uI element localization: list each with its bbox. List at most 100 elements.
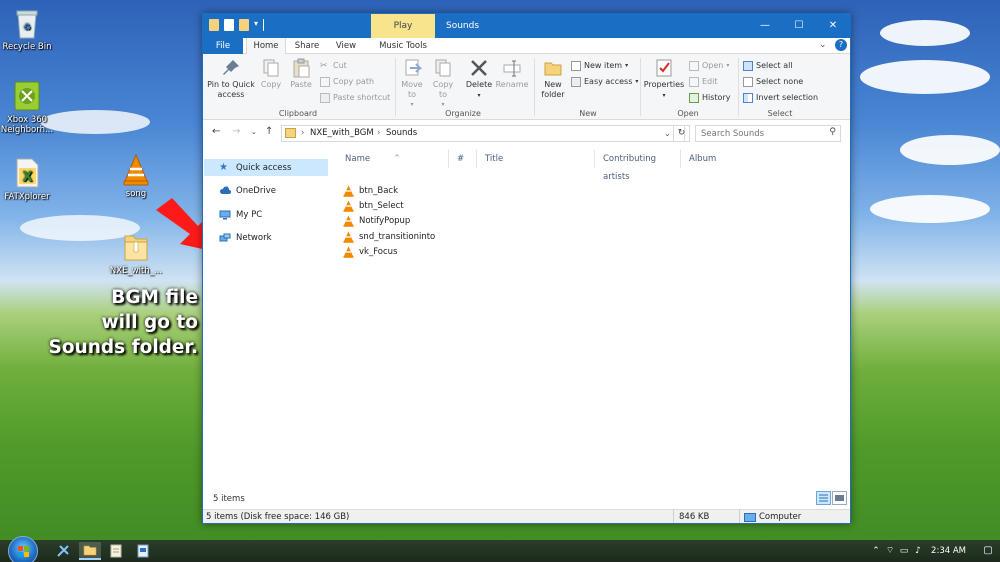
nav-item-quick-access[interactable]: ★ Quick access [204,159,328,176]
column-header-name[interactable]: ^ Name [337,150,449,168]
tab-file[interactable]: File [203,38,243,54]
copy-to-button[interactable]: Copy to ▾ [430,58,456,110]
taskbar-app-notepad[interactable] [105,542,127,560]
history-icon [689,92,699,103]
details-view-button[interactable] [816,491,831,505]
select-none-button[interactable]: Select none [743,76,803,87]
desktop-icon-xbox-neighborhood[interactable]: Xbox 360 Neighborh... [0,79,57,135]
back-arrow-icon[interactable]: ← [212,126,220,137]
button-label: Cut [333,61,347,70]
large-icons-view-button[interactable] [832,491,847,505]
properties-check-icon[interactable] [224,19,234,31]
desktop-icon-song[interactable]: song [106,153,166,199]
select-all-button[interactable]: Select all [743,60,793,71]
column-header-number[interactable]: # [449,150,477,168]
delete-button[interactable]: Delete ▾ [465,58,493,100]
location-label: Computer [759,512,802,522]
properties-button[interactable]: Properties ▾ [643,58,685,100]
tab-view[interactable]: View [329,38,363,54]
select-all-icon [743,60,753,71]
new-item-button[interactable]: New item ▾ [571,60,628,71]
breadcrumb-separator-icon: › [377,128,381,138]
column-header-album[interactable]: Album [681,150,741,168]
list-item[interactable]: vk_Focus [343,244,397,259]
maximize-button[interactable]: ☐ [782,14,816,38]
status-bar: 5 items [203,489,850,509]
button-label: Easy access [584,77,633,86]
list-item[interactable]: btn_Select [343,198,404,213]
nav-item-onedrive[interactable]: OneDrive [204,182,328,199]
move-to-button[interactable]: Move to ▾ [399,58,425,110]
breadcrumb-sounds[interactable]: Sounds [386,126,417,141]
cut-button[interactable]: ✂ Cut [320,60,347,71]
contextual-tab-play[interactable]: Play [371,14,435,38]
qat-dropdown-icon[interactable]: ▾ [254,19,258,31]
list-item[interactable]: snd_transitioninto [343,229,435,244]
group-separator [395,58,396,116]
navigation-pane: ★ Quick access OneDrive My PC Network [203,146,333,489]
up-arrow-icon[interactable]: ↑ [265,126,273,137]
column-header-contributing-artists[interactable]: Contributing artists [595,150,681,182]
file-name: btn_Back [359,185,399,196]
easy-access-button[interactable]: Easy access ▾ [571,76,638,87]
minimize-button[interactable]: — [748,14,782,38]
search-input[interactable] [696,126,820,141]
refresh-icon[interactable]: ↻ [673,125,690,142]
button-label: New item [584,61,623,70]
new-folder-icon[interactable] [239,19,249,31]
help-icon[interactable]: ? [835,39,847,51]
edit-button[interactable]: Edit [689,76,718,87]
taskbar-app-xbox-neighborhood[interactable] [52,542,74,560]
paste-button[interactable]: Paste [287,58,315,90]
address-bar[interactable]: › NXE_with_BGM › Sounds ⌄ [281,125,685,142]
address-dropdown-icon[interactable]: ⌄ [664,126,671,141]
invert-selection-button[interactable]: Invert selection [743,92,818,103]
recent-locations-icon[interactable]: ⌄ [251,128,257,136]
taskbar: ⌃ ⌔ ▭ ♪ 2:34 AM ▢ [0,536,1000,562]
column-header-label: Contributing artists [603,154,656,182]
clock[interactable]: 2:34 AM [931,546,966,556]
vlc-icon [343,231,354,243]
column-header-label: # [457,154,465,164]
search-icon[interactable]: ⚲ [829,127,836,137]
close-button[interactable]: ✕ [816,14,850,38]
volume-icon[interactable]: ♪ [911,540,925,562]
nav-item-network[interactable]: Network [204,229,328,246]
invert-selection-icon [743,92,753,103]
button-label: Paste shortcut [333,93,391,102]
battery-icon[interactable]: ▭ [897,540,911,562]
breadcrumb-nxe-with-bgm[interactable]: NXE_with_BGM [310,126,374,141]
list-item[interactable]: NotifyPopup [343,213,410,228]
start-button[interactable] [8,536,38,562]
paste-shortcut-button[interactable]: Paste shortcut [320,92,390,103]
copy-button[interactable]: Copy [259,58,283,90]
nav-item-label: Quick access [236,162,292,173]
desktop-icon-fatxplorer[interactable]: X FATXplorer [0,156,57,202]
list-item[interactable]: btn_Back [343,183,398,198]
breadcrumb-separator-icon: › [301,128,305,138]
expand-ribbon-icon[interactable]: ⌄ [819,40,827,50]
desktop-icon-recycle-bin[interactable]: ♻ Recycle Bin [0,6,57,52]
folder-icon[interactable] [209,19,219,31]
open-button[interactable]: Open ▾ [689,60,729,71]
nav-item-my-pc[interactable]: My PC [204,206,328,223]
title-bar[interactable]: ▾ Play Sounds — ☐ ✕ [203,14,850,38]
notification-icon[interactable]: ▢ [976,540,1000,562]
network-wifi-icon[interactable]: ⌔ [883,540,897,562]
taskbar-app-document[interactable] [132,542,154,560]
group-separator [738,58,739,116]
pin-to-quick-access-button[interactable]: Pin to Quick access [207,58,255,99]
history-button[interactable]: History [689,92,730,103]
file-name: snd_transitioninto [359,231,436,242]
tab-share[interactable]: Share [289,38,325,54]
chevron-up-icon[interactable]: ⌃ [869,540,883,562]
forward-arrow-icon[interactable]: → [232,126,240,137]
tab-music-tools[interactable]: Music Tools [371,38,435,54]
copy-path-button[interactable]: Copy path [320,76,374,87]
star-icon: ★ [219,161,228,173]
tab-home[interactable]: Home [246,38,286,55]
taskbar-app-file-explorer[interactable] [79,542,101,560]
new-folder-button[interactable]: New folder [539,58,567,99]
rename-button[interactable]: Rename [495,58,529,90]
column-header-title[interactable]: Title [477,150,595,168]
